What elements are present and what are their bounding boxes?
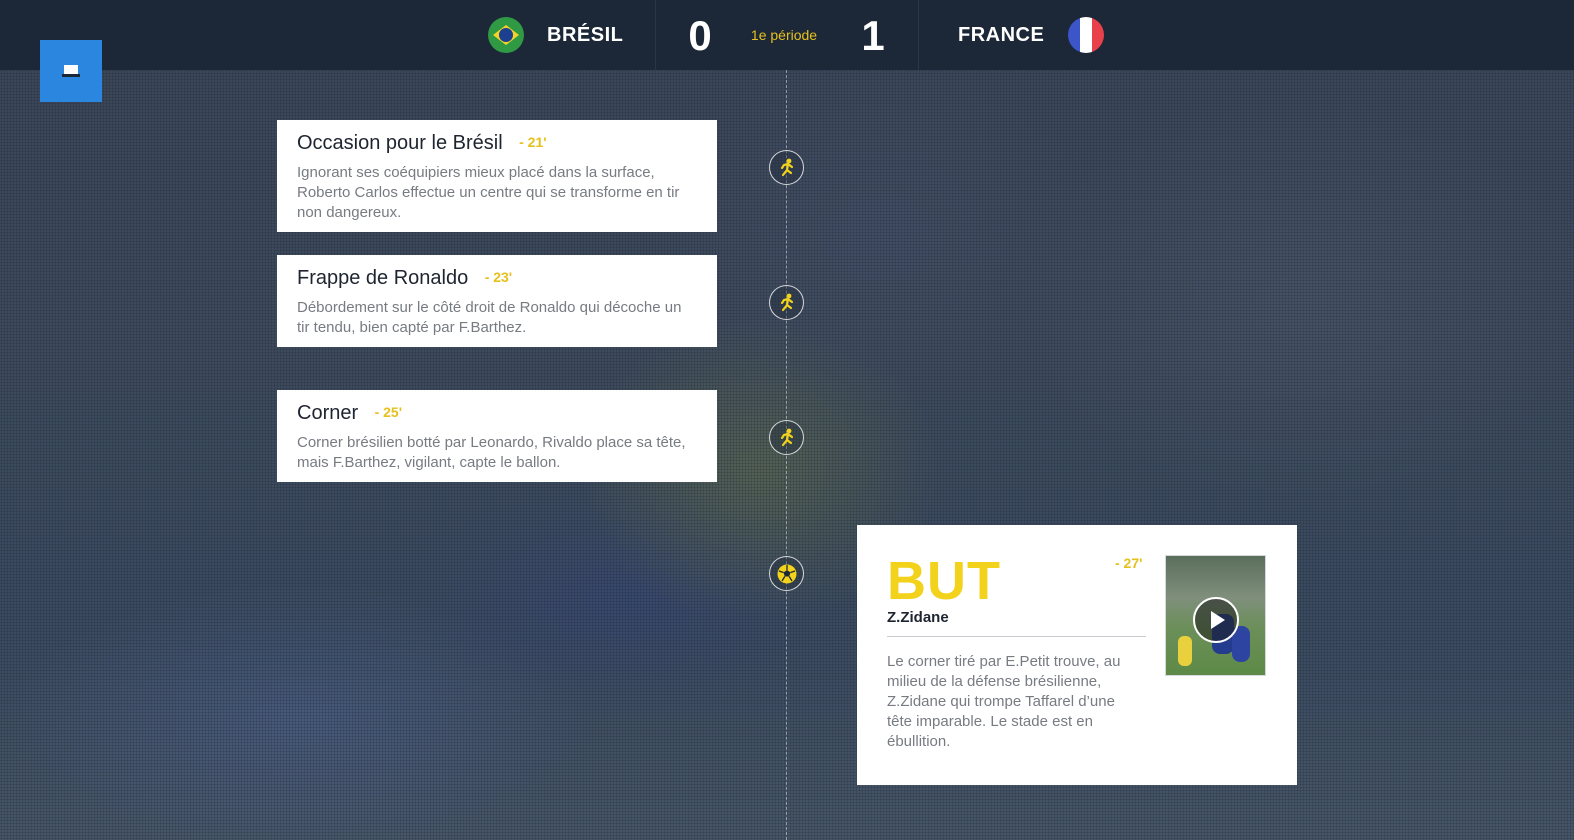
period-label: 1e période [750,27,818,43]
event-card[interactable]: Corner - 25' Corner brésilien botté par … [277,390,717,482]
event-description: Corner brésilien botté par Leonardo, Riv… [297,434,686,471]
goal-description: Le corner tiré par E.Petit trouve, au mi… [887,653,1121,750]
play-icon[interactable] [1193,597,1239,643]
event-time: - 25' [374,404,403,420]
home-team: BRÉSIL [488,0,623,70]
goal-label: BUT [887,551,1001,611]
kick-icon[interactable] [769,285,804,320]
brazil-flag-icon [488,17,524,53]
kick-icon[interactable] [769,420,804,455]
divider [655,0,656,70]
event-title: Corner [297,402,359,424]
menu-icon [62,65,80,77]
away-team: FRANCE [958,0,1105,70]
kick-icon[interactable] [769,150,804,185]
goal-time: - 27' [1115,555,1143,571]
divider [887,636,1146,637]
away-score: 1 [861,12,885,59]
event-title: Occasion pour le Brésil [297,132,503,154]
event-time: - 21' [519,134,547,150]
home-score: 0 [688,12,712,59]
goal-card[interactable]: BUT - 27' Z.Zidane Le corner tiré par E.… [857,525,1297,785]
france-flag-icon [1068,17,1105,53]
event-title: Frappe de Ronaldo [297,267,469,289]
event-time: - 23' [484,269,513,285]
event-description: Ignorant ses coéquipiers mieux placé dan… [297,164,680,221]
timeline-line [786,70,787,840]
video-thumbnail[interactable] [1165,555,1266,676]
goal-scorer: Z.Zidane [887,609,949,626]
event-description: Débordement sur le côté droit de Ronaldo… [297,299,682,336]
event-card[interactable]: Frappe de Ronaldo - 23' Débordement sur … [277,255,717,347]
menu-button[interactable] [40,40,102,102]
event-card[interactable]: Occasion pour le Brésil - 21' Ignorant s… [277,120,717,232]
away-team-name: FRANCE [958,23,1045,46]
scoreboard-bar: BRÉSIL 0 1e période 1 FRANCE [0,0,1574,70]
ball-icon[interactable] [769,556,804,591]
divider [918,0,919,70]
home-team-name: BRÉSIL [547,23,624,46]
